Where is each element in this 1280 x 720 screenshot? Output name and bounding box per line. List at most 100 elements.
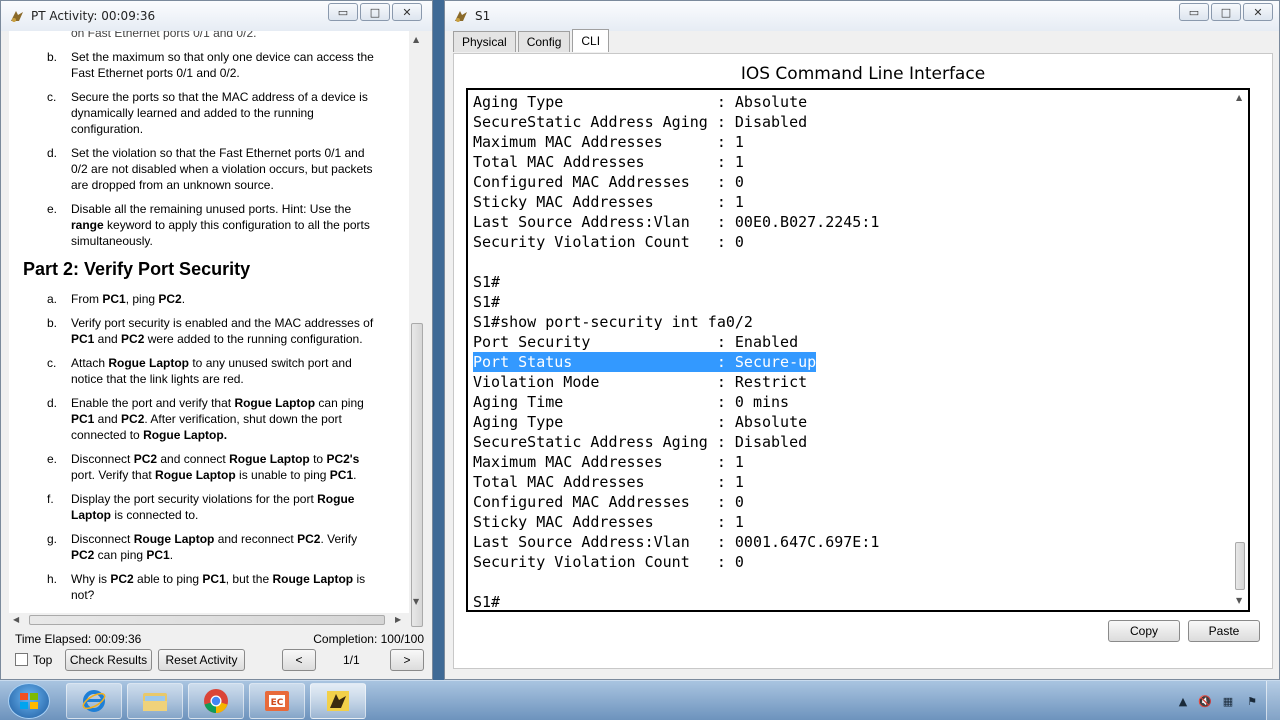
minimize-icon: ▭ — [1188, 5, 1200, 19]
activity-footer: Time Elapsed: 00:09:36 Completion: 100/1… — [1, 627, 432, 677]
task-text: Enable the port and verify that Rogue La… — [71, 396, 364, 410]
task-item: g. Disconnect Rouge Laptop and reconnect … — [9, 531, 404, 563]
task-text: configuration. — [71, 122, 144, 136]
folder-icon — [143, 693, 167, 711]
top-checkbox[interactable] — [15, 653, 28, 666]
copy-button[interactable]: Copy — [1108, 620, 1180, 642]
top-label: Top — [33, 653, 53, 667]
task-marker: e. — [47, 452, 58, 466]
task-text: are dropped from an unknown source. — [71, 178, 274, 192]
maximize-button[interactable]: □ — [1211, 3, 1241, 21]
windows-logo-icon — [20, 693, 38, 709]
task-text: Disconnect PC2 and connect Rogue Laptop … — [71, 452, 360, 466]
paste-button[interactable]: Paste — [1188, 620, 1260, 642]
close-button[interactable]: ✕ — [1243, 3, 1273, 21]
task-item: b. Verify port security is enabled and th… — [9, 315, 404, 347]
check-results-button[interactable]: Check Results — [65, 649, 152, 671]
s1-window-controls: ▭ □ ✕ — [1179, 3, 1273, 21]
task-text: PC1 and PC2. After verification, shut do… — [71, 412, 342, 426]
hscrollbar-thumb[interactable] — [29, 615, 385, 625]
time-elapsed: Time Elapsed: 00:09:36 — [15, 632, 142, 646]
cli-line: SecureStatic Address Aging : Disabled — [473, 113, 808, 131]
cli-line: SecureStatic Address Aging : Disabled — [473, 433, 808, 451]
minimize-icon: ▭ — [337, 5, 349, 19]
cli-line: Security Violation Count : 0 — [473, 233, 744, 251]
cli-line: S1# — [473, 593, 501, 611]
task-item: e. Disable all the remaining unused ports… — [9, 201, 404, 249]
close-button[interactable]: ✕ — [392, 3, 422, 21]
page-indicator: 1/1 — [343, 653, 360, 667]
cli-line: Aging Type : Absolute — [473, 413, 808, 431]
instructions-pane: on Fast Ethernet ports 0/1 and 0/2. b. Se… — [9, 31, 409, 613]
task-item: f. Display the port security violations f… — [9, 491, 404, 523]
network-icon[interactable]: ▦ — [1220, 693, 1236, 709]
next-page-button[interactable]: > — [390, 649, 424, 671]
task-marker: b. — [47, 316, 58, 330]
svg-text:EC: EC — [271, 698, 284, 708]
scroll-down-icon[interactable]: ▼ — [413, 597, 419, 606]
task-text: PC1 and PC2 were added to the running co… — [71, 332, 363, 346]
task-text: Secure the ports so that the MAC address… — [71, 90, 368, 104]
scroll-right-icon[interactable]: ▶ — [395, 615, 401, 624]
task-marker: d. — [47, 396, 58, 410]
s1-title: S1 — [475, 9, 491, 23]
task-text: notice that the link lights are red. — [71, 372, 244, 386]
cli-line: Configured MAC Addresses : 0 — [473, 173, 744, 191]
tab-physical[interactable]: Physical — [453, 31, 516, 52]
cli-line: Configured MAC Addresses : 0 — [473, 493, 744, 511]
cli-line: Maximum MAC Addresses : 1 — [473, 133, 744, 151]
reset-activity-button[interactable]: Reset Activity — [158, 649, 245, 671]
s1-titlebar[interactable]: S1 — [445, 1, 1279, 31]
terminal-scrollbar[interactable]: ▲ ▼ — [1232, 90, 1248, 610]
instructions-hscrollbar[interactable]: ◀ ▶ — [9, 613, 409, 627]
close-icon: ✕ — [402, 5, 412, 19]
taskbar-powerpoint[interactable]: EC — [249, 683, 305, 719]
task-marker: h. — [47, 572, 58, 586]
prev-page-button[interactable]: < — [282, 649, 316, 671]
task-item: h. Why is PC2 able to ping PC1, but the R… — [9, 571, 404, 603]
cli-line: Port Security : Enabled — [473, 333, 799, 351]
scroll-left-icon[interactable]: ◀ — [13, 615, 19, 624]
cli-header: IOS Command Line Interface — [740, 64, 986, 84]
minimize-button[interactable]: ▭ — [1179, 3, 1209, 21]
tab-config[interactable]: Config — [517, 31, 571, 52]
activity-window: PT Activity: 00:09:36 ▭ □ ✕ on Fast Ethe… — [0, 0, 433, 680]
packet-tracer-icon — [11, 11, 23, 22]
activity-window-controls: ▭ □ ✕ — [328, 3, 422, 21]
scrollbar-thumb[interactable] — [411, 323, 423, 627]
cli-line: Last Source Address:Vlan : 0001.647C.697… — [473, 533, 880, 551]
cli-line: Aging Time : 0 mins — [473, 393, 790, 411]
close-icon: ✕ — [1253, 5, 1263, 19]
show-desktop-button[interactable] — [1266, 681, 1280, 720]
volume-muted-icon[interactable]: 🔇 — [1197, 693, 1213, 709]
cli-terminal[interactable]: ▲ ▼ Aging Type : Absolute SecureStatic Ad… — [466, 88, 1250, 612]
task-marker: c. — [47, 90, 57, 104]
taskbar-packet-tracer[interactable] — [310, 683, 366, 719]
scroll-down-icon[interactable]: ▼ — [1236, 596, 1242, 605]
desktop-gap — [433, 0, 444, 680]
show-hidden-icons[interactable]: ▲ — [1175, 693, 1191, 709]
taskbar-internet-explorer[interactable] — [66, 683, 122, 719]
s1-tabs: Physical Config CLI — [453, 29, 611, 53]
taskbar-chrome[interactable] — [188, 683, 244, 719]
task-text: port. Verify that Rogue Laptop is unable… — [71, 468, 357, 482]
taskbar-file-explorer[interactable] — [127, 683, 183, 719]
task-text: simultaneously. — [71, 234, 153, 248]
start-button[interactable] — [8, 683, 50, 719]
completion: Completion: 100/100 — [313, 632, 424, 646]
task-marker: g. — [47, 532, 58, 546]
action-center-icon[interactable]: ⚑ — [1244, 693, 1260, 709]
scroll-up-icon[interactable]: ▲ — [413, 35, 419, 44]
minimize-button[interactable]: ▭ — [328, 3, 358, 21]
task-text: Disable all the remaining unused ports. … — [71, 202, 352, 216]
task-marker: b. — [47, 50, 58, 64]
scroll-up-icon[interactable]: ▲ — [1236, 93, 1242, 102]
instructions-scrollbar[interactable]: ▲ ▼ — [409, 31, 425, 627]
partial-line: on Fast Ethernet ports 0/1 and 0/2. — [71, 31, 257, 40]
task-text: range keyword to apply this configuratio… — [71, 218, 370, 232]
task-marker: e. — [47, 202, 58, 216]
maximize-button[interactable]: □ — [360, 3, 390, 21]
tab-cli[interactable]: CLI — [572, 29, 610, 52]
terminal-scrollbar-thumb[interactable] — [1235, 542, 1245, 590]
task-marker: a. — [47, 292, 58, 306]
